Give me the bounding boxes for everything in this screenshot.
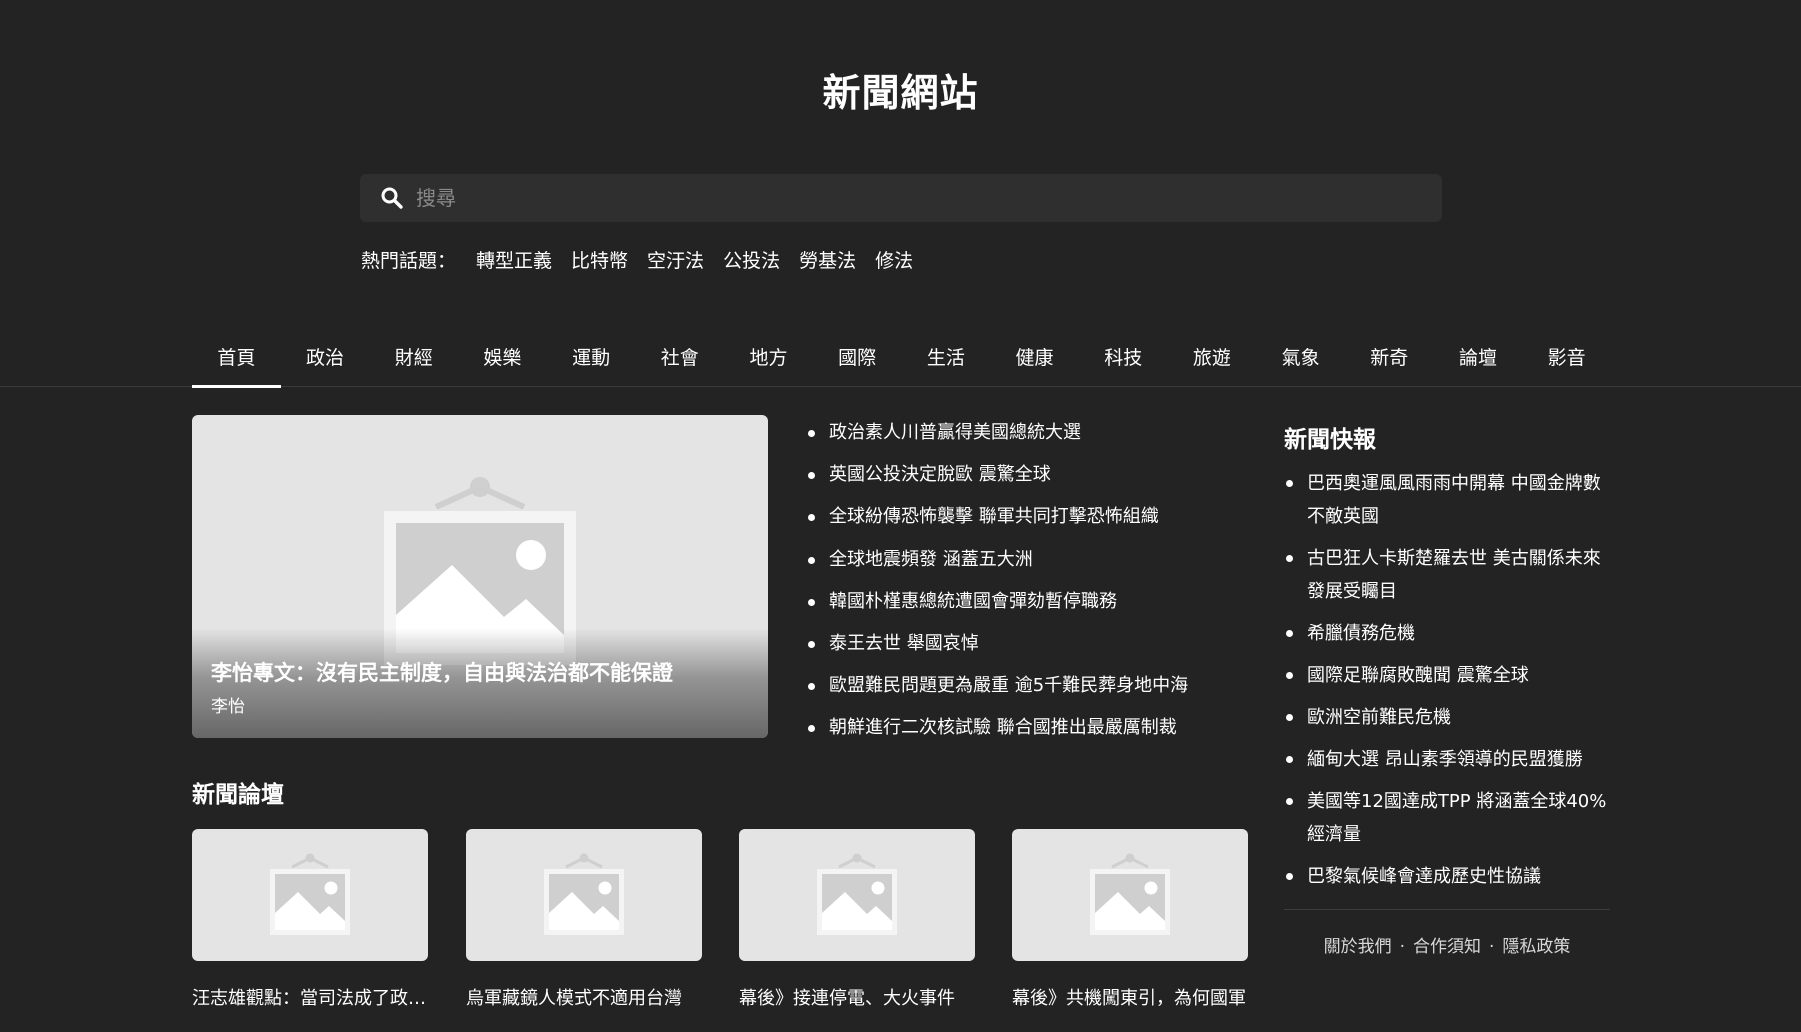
tab-finance[interactable]: 財經	[369, 330, 458, 387]
featured-story[interactable]: 李怡專文：沒有民主制度，自由與法治都不能保證 李怡	[192, 415, 768, 738]
tab-local[interactable]: 地方	[724, 330, 813, 387]
image-placeholder-icon	[817, 853, 897, 935]
headline-list: 政治素人川普贏得美國總統大選 英國公投決定脫歐 震驚全球 全球紛傳恐怖襲擊 聯軍…	[806, 412, 1246, 750]
category-tabs: 首頁 政治 財經 娛樂 運動 社會 地方 國際 生活 健康 科技 旅遊 氣象 新…	[192, 330, 1611, 388]
tab-odd-news[interactable]: 新奇	[1345, 330, 1434, 387]
forum-card-title[interactable]: 汪志雄觀點：當司法成了政治工具	[192, 984, 428, 1010]
flash-news-item[interactable]: 巴黎氣候峰會達成歷史性協議	[1284, 860, 1610, 893]
flash-news-list: 巴西奧運風風雨雨中開幕 中國金牌數不敵英國 古巴狂人卡斯楚羅去世 美古關係未來發…	[1284, 467, 1610, 893]
flash-news-item[interactable]: 國際足聯腐敗醜聞 震驚全球	[1284, 659, 1610, 692]
featured-title[interactable]: 李怡專文：沒有民主制度，自由與法治都不能保證	[211, 657, 673, 687]
forum-thumbnail[interactable]	[192, 829, 428, 961]
forum-section-title: 新聞論壇	[192, 782, 284, 808]
tab-video[interactable]: 影音	[1522, 330, 1611, 387]
footer-link-privacy[interactable]: 隱私政策	[1502, 937, 1570, 957]
featured-author: 李怡	[211, 697, 245, 717]
headline-item[interactable]: 泰王去世 舉國哀悼	[806, 623, 1246, 665]
hot-topic-link[interactable]: 勞基法	[799, 246, 856, 273]
hot-topic-link[interactable]: 公投法	[723, 246, 780, 273]
forum-card[interactable]: 幕後》接連停電、大火事件	[739, 829, 975, 1010]
tab-tech[interactable]: 科技	[1079, 330, 1168, 387]
image-placeholder-icon	[1090, 853, 1170, 935]
site-title[interactable]: 新聞網站	[0, 62, 1801, 117]
flash-news-sidebar: 新聞快報 巴西奧運風風雨雨中開幕 中國金牌數不敵英國 古巴狂人卡斯楚羅去世 美古…	[1284, 412, 1610, 902]
flash-news-item[interactable]: 巴西奧運風風雨雨中開幕 中國金牌數不敵英國	[1284, 467, 1610, 533]
page: 新聞網站 熱門話題： 轉型正義 比特幣 空汙法 公投法 勞基法 修法 首頁 政治…	[0, 0, 1801, 1032]
search-input[interactable]	[416, 174, 1442, 222]
image-placeholder-icon	[270, 853, 350, 935]
forum-card-title[interactable]: 烏軍藏鏡人模式不適用台灣	[466, 984, 702, 1010]
category-nav: 首頁 政治 財經 娛樂 運動 社會 地方 國際 生活 健康 科技 旅遊 氣象 新…	[0, 330, 1801, 388]
tab-entertainment[interactable]: 娛樂	[458, 330, 547, 387]
footer-separator: ·	[1489, 937, 1495, 957]
headline-item[interactable]: 歐盟難民問題更為嚴重 逾5千難民葬身地中海	[806, 665, 1246, 707]
footer-link-cooperation[interactable]: 合作須知	[1413, 937, 1481, 957]
search-bar[interactable]	[360, 174, 1442, 222]
flash-news-item[interactable]: 緬甸大選 昂山素季領導的民盟獲勝	[1284, 743, 1610, 776]
headline-item[interactable]: 全球紛傳恐怖襲擊 聯軍共同打擊恐怖組織	[806, 496, 1246, 538]
footer-link-about[interactable]: 關於我們	[1324, 937, 1392, 957]
forum-card[interactable]: 汪志雄觀點：當司法成了政治工具	[192, 829, 428, 1010]
tab-politics[interactable]: 政治	[281, 330, 370, 387]
tab-health[interactable]: 健康	[990, 330, 1079, 387]
hot-topic-link[interactable]: 修法	[875, 246, 913, 273]
hot-topics-label: 熱門話題：	[361, 250, 457, 272]
headline-item[interactable]: 朝鮮進行二次核試驗 聯合國推出最嚴厲制裁	[806, 707, 1246, 749]
headline-item[interactable]: 全球地震頻發 涵蓋五大洲	[806, 539, 1246, 581]
tab-sports[interactable]: 運動	[547, 330, 636, 387]
flash-news-item[interactable]: 古巴狂人卡斯楚羅去世 美古關係未來發展受矚目	[1284, 542, 1610, 608]
forum-card-title[interactable]: 幕後》接連停電、大火事件	[739, 984, 975, 1010]
tab-international[interactable]: 國際	[813, 330, 902, 387]
tab-travel[interactable]: 旅遊	[1168, 330, 1257, 387]
image-placeholder-icon	[544, 853, 624, 935]
hot-topic-link[interactable]: 轉型正義	[476, 246, 552, 273]
tab-forum[interactable]: 論壇	[1434, 330, 1523, 387]
sidebar-divider	[1284, 909, 1610, 910]
flash-news-item[interactable]: 美國等12國達成TPP 將涵蓋全球40%經濟量	[1284, 785, 1610, 851]
search-icon[interactable]	[380, 186, 404, 210]
forum-thumbnail[interactable]	[1012, 829, 1248, 961]
hot-topic-link[interactable]: 比特幣	[571, 246, 628, 273]
forum-card[interactable]: 烏軍藏鏡人模式不適用台灣	[466, 829, 702, 1010]
flash-news-item[interactable]: 希臘債務危機	[1284, 617, 1610, 650]
hot-topics: 熱門話題： 轉型正義 比特幣 空汙法 公投法 勞基法 修法	[361, 246, 932, 273]
headline-item[interactable]: 政治素人川普贏得美國總統大選	[806, 412, 1246, 454]
tab-home[interactable]: 首頁	[192, 330, 281, 388]
forum-thumbnail[interactable]	[739, 829, 975, 961]
tab-weather[interactable]: 氣象	[1256, 330, 1345, 387]
tab-society[interactable]: 社會	[635, 330, 724, 387]
footer-links: 關於我們 · 合作須知 · 隱私政策	[1284, 932, 1610, 957]
forum-card-title[interactable]: 幕後》共機闖東引，為何國軍	[1012, 984, 1248, 1010]
hot-topic-link[interactable]: 空汙法	[647, 246, 704, 273]
headline-item[interactable]: 韓國朴槿惠總統遭國會彈劾暫停職務	[806, 581, 1246, 623]
forum-card[interactable]: 幕後》共機闖東引，為何國軍	[1012, 829, 1248, 1010]
tab-life[interactable]: 生活	[902, 330, 991, 387]
forum-thumbnail[interactable]	[466, 829, 702, 961]
flash-news-title: 新聞快報	[1284, 427, 1376, 453]
headline-item[interactable]: 英國公投決定脫歐 震驚全球	[806, 454, 1246, 496]
footer-separator: ·	[1399, 937, 1405, 957]
flash-news-item[interactable]: 歐洲空前難民危機	[1284, 701, 1610, 734]
